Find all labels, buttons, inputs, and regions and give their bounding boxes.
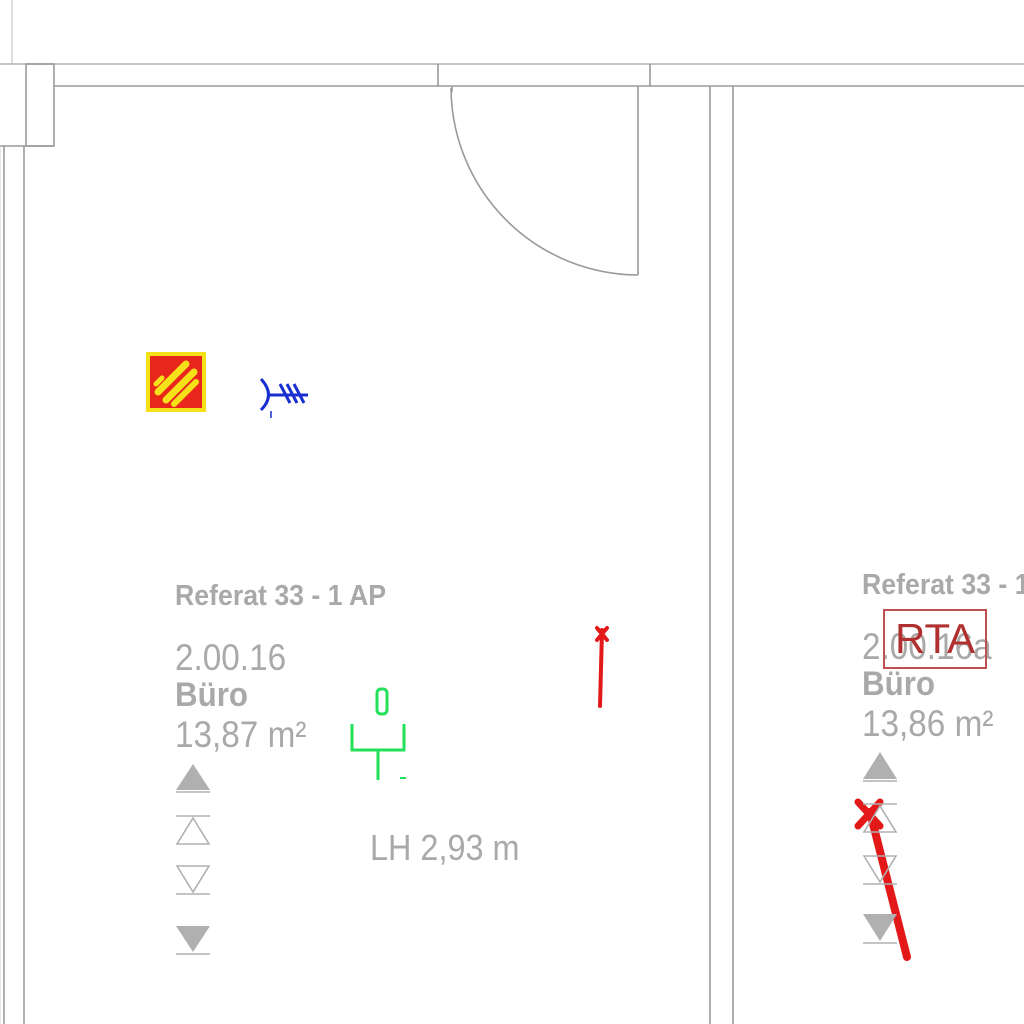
level-marker-up-filled-icon bbox=[863, 752, 897, 782]
room-area-left: 13,87 m² bbox=[175, 714, 307, 755]
room-department-right: Referat 33 - 1 bbox=[862, 569, 1024, 601]
level-marker-up-filled-icon bbox=[176, 764, 210, 793]
floor-plan-canvas bbox=[0, 0, 1024, 1024]
level-marker-down-filled-icon bbox=[863, 914, 897, 944]
level-marker-down-filled-icon bbox=[176, 926, 210, 955]
room-name-left: Büro bbox=[175, 676, 248, 714]
antenna-symbol-icon bbox=[259, 377, 308, 418]
wall-lines bbox=[0, 0, 1024, 1024]
level-marker-down-outline-icon bbox=[175, 865, 211, 895]
room-name-right: Büro bbox=[862, 665, 935, 703]
level-marker-up-outline-icon bbox=[175, 815, 211, 845]
fire-extinguisher-sign-icon bbox=[146, 352, 206, 412]
red-markup-short bbox=[595, 626, 609, 708]
room-area-right: 13,86 m² bbox=[862, 703, 994, 744]
network-outlet-icon bbox=[350, 687, 406, 780]
room-clear-height-left: LH 2,93 m bbox=[370, 827, 520, 868]
rta-tag: RTA bbox=[883, 609, 987, 669]
room-number-left: 2.00.16 bbox=[175, 637, 287, 678]
room-department-left: Referat 33 - 1 AP bbox=[175, 580, 387, 612]
level-markers-left bbox=[175, 764, 211, 955]
